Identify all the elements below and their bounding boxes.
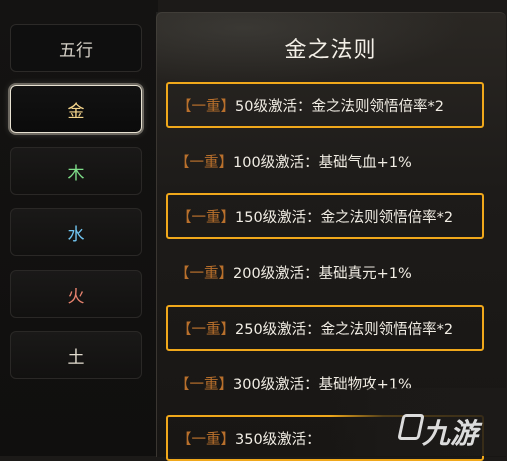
tab-fire[interactable]: 火	[10, 270, 142, 318]
rule-item: 【一重】 250级激活：金之法则领悟倍率*2	[166, 305, 484, 351]
rule-text: 350级激活：	[235, 431, 321, 448]
tab-fire-label: 火	[67, 286, 85, 307]
rule-item: 【一重】 50级激活：金之法则领悟倍率*2	[166, 82, 484, 128]
tab-water[interactable]: 水	[10, 208, 142, 256]
rule-text: 250级激活：金之法则领悟倍率*2	[235, 321, 454, 338]
rule-tag: 【一重】	[177, 321, 235, 338]
tab-water-label: 水	[67, 224, 85, 245]
tab-earth[interactable]: 土	[10, 331, 142, 379]
tab-wood-label: 木	[67, 163, 85, 184]
rule-tag: 【一重】	[177, 98, 235, 115]
rule-text: 50级激活：金之法则领悟倍率*2	[235, 98, 444, 115]
tab-metal[interactable]: 金	[10, 85, 142, 133]
rule-item: 【一重】 100级激活：基础气血+1%	[166, 138, 484, 184]
wuxing-header-label: 五行	[59, 40, 93, 61]
panel-title: 金之法则	[284, 38, 377, 63]
tab-wood[interactable]: 木	[10, 147, 142, 195]
rule-text: 150级激活：金之法则领悟倍率*2	[235, 209, 454, 226]
tab-metal-label: 金	[67, 101, 85, 122]
rule-tag: 【一重】	[175, 265, 233, 282]
rule-item: 【一重】 200级激活：基础真元+1%	[166, 249, 484, 295]
rule-text: 100级激活：基础气血+1%	[233, 154, 412, 171]
rule-tag: 【一重】	[175, 154, 233, 171]
rule-tag: 【一重】	[177, 431, 235, 448]
rule-text: 200级激活：基础真元+1%	[233, 265, 412, 282]
rule-tag: 【一重】	[177, 209, 235, 226]
watermark-logo-text: 九游	[422, 417, 479, 450]
rule-item: 【一重】 150级激活：金之法则领悟倍率*2	[166, 193, 484, 239]
wuxing-header: 五行	[10, 24, 142, 72]
rule-tag: 【一重】	[175, 376, 233, 393]
tab-earth-label: 土	[67, 347, 85, 368]
